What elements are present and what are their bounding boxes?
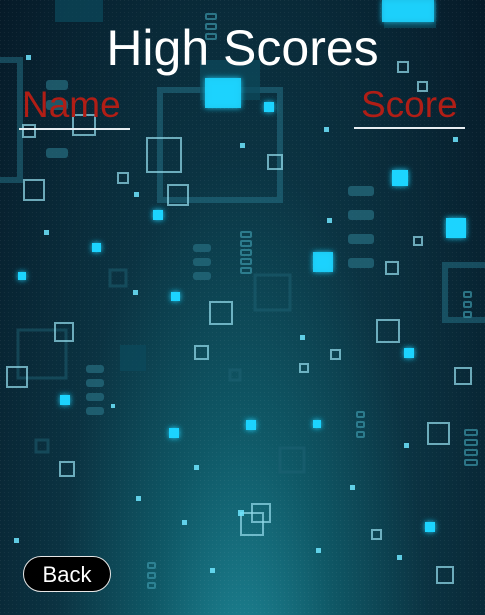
score-column-header: Score — [361, 84, 458, 125]
page-title: High Scores — [106, 20, 379, 76]
back-button[interactable]: Back — [23, 556, 111, 592]
name-header-underline — [19, 128, 130, 130]
name-column-header: Name — [22, 84, 121, 125]
score-header-underline — [354, 127, 465, 129]
